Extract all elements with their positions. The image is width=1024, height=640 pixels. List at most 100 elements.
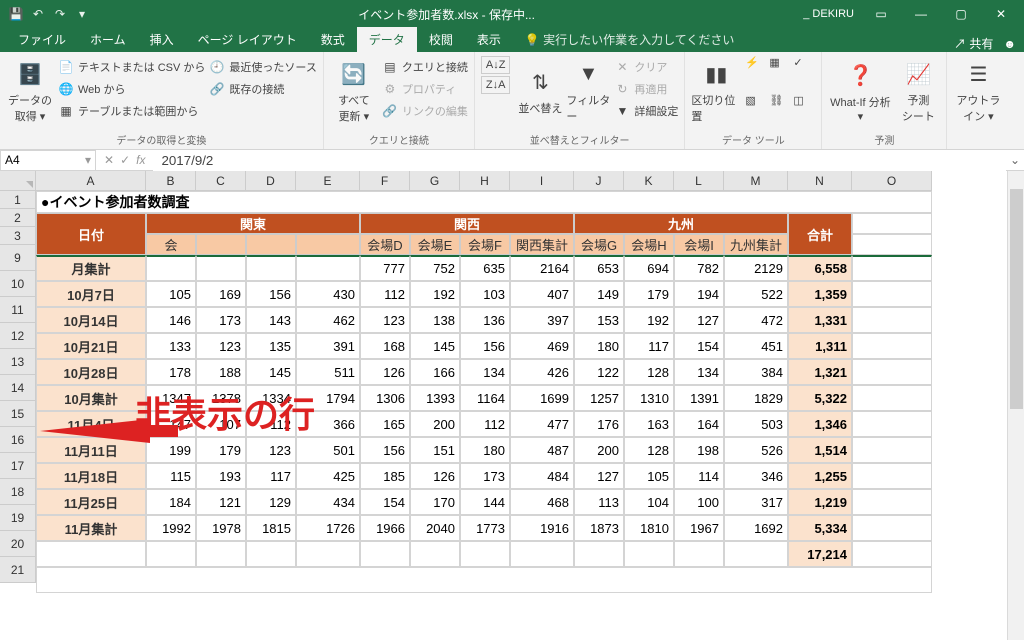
cell[interactable]: 430: [296, 281, 360, 307]
tab-insert[interactable]: 挿入: [138, 27, 186, 52]
row-header[interactable]: 20: [0, 531, 36, 557]
tab-view[interactable]: 表示: [465, 27, 513, 52]
cell[interactable]: 173: [460, 463, 510, 489]
cell[interactable]: 164: [674, 411, 724, 437]
tab-data[interactable]: データ: [357, 27, 417, 52]
cell[interactable]: 123: [360, 307, 410, 333]
cell[interactable]: 1,321: [788, 359, 852, 385]
cell[interactable]: 1873: [574, 515, 624, 541]
cell[interactable]: 317: [724, 489, 788, 515]
consolidate-icon[interactable]: ▧: [745, 94, 767, 130]
cell[interactable]: [360, 541, 410, 567]
forecast-button[interactable]: 📈 予測 シート: [896, 56, 940, 126]
cell[interactable]: [852, 515, 932, 541]
cell[interactable]: 468: [510, 489, 574, 515]
cell[interactable]: 123: [246, 437, 296, 463]
cell[interactable]: 397: [510, 307, 574, 333]
reapply-button[interactable]: ↻再適用: [614, 78, 678, 100]
cell[interactable]: 会場F: [460, 234, 510, 255]
cell[interactable]: 1966: [360, 515, 410, 541]
data-val-icon[interactable]: ✓: [793, 56, 815, 92]
row-header[interactable]: 16: [0, 427, 36, 453]
share-button[interactable]: ↗ 共有: [954, 35, 993, 52]
cell[interactable]: 10月28日: [36, 359, 146, 385]
formula-input[interactable]: [153, 150, 1006, 171]
column-header[interactable]: M: [724, 171, 788, 191]
cell[interactable]: 180: [460, 437, 510, 463]
cell[interactable]: 会場E: [410, 234, 460, 255]
cancel-icon[interactable]: ✕: [104, 153, 114, 167]
cell[interactable]: [246, 234, 296, 255]
cell[interactable]: [852, 489, 932, 515]
enter-icon[interactable]: ✓: [120, 153, 130, 167]
cell[interactable]: 407: [510, 281, 574, 307]
cell[interactable]: 145: [246, 359, 296, 385]
cell[interactable]: [146, 541, 196, 567]
cell[interactable]: 165: [360, 411, 410, 437]
column-header[interactable]: C: [196, 171, 246, 191]
cell[interactable]: [852, 333, 932, 359]
cell[interactable]: 1829: [724, 385, 788, 411]
cell[interactable]: 123: [196, 333, 246, 359]
cell[interactable]: 129: [246, 489, 296, 515]
cell[interactable]: 153: [574, 307, 624, 333]
cell[interactable]: 2164: [510, 255, 574, 281]
cell[interactable]: 501: [296, 437, 360, 463]
cell[interactable]: [852, 437, 932, 463]
refresh-all-button[interactable]: 🔄 すべて 更新 ▾: [330, 56, 378, 126]
cell[interactable]: 199: [146, 437, 196, 463]
cell[interactable]: 149: [574, 281, 624, 307]
cell[interactable]: 635: [460, 255, 510, 281]
column-header[interactable]: N: [788, 171, 852, 191]
cell[interactable]: 1,346: [788, 411, 852, 437]
cell[interactable]: 117: [246, 463, 296, 489]
account-label[interactable]: _ DEKIRU: [803, 8, 854, 20]
cell[interactable]: [852, 307, 932, 333]
cell[interactable]: 200: [410, 411, 460, 437]
column-header[interactable]: H: [460, 171, 510, 191]
name-box[interactable]: A4 ▾: [0, 150, 96, 171]
cell[interactable]: 127: [674, 307, 724, 333]
cell[interactable]: 144: [460, 489, 510, 515]
recent-sources-button[interactable]: 🕘最近使ったソース: [209, 56, 316, 78]
row-header[interactable]: 12: [0, 323, 36, 349]
outline-button[interactable]: ☰ アウトラ イン ▾: [953, 56, 1003, 126]
cell[interactable]: 522: [724, 281, 788, 307]
cell[interactable]: 194: [674, 281, 724, 307]
cell[interactable]: 1726: [296, 515, 360, 541]
queries-button[interactable]: ▤クエリと接続: [382, 56, 468, 78]
cell[interactable]: 107: [196, 411, 246, 437]
cell[interactable]: 366: [296, 411, 360, 437]
maximize-icon[interactable]: ▢: [948, 7, 974, 21]
cell[interactable]: 526: [724, 437, 788, 463]
cell[interactable]: [852, 255, 932, 281]
row-header[interactable]: 1: [0, 191, 36, 209]
column-header[interactable]: B: [146, 171, 196, 191]
cell[interactable]: 477: [510, 411, 574, 437]
cell[interactable]: [852, 411, 932, 437]
cell[interactable]: 434: [296, 489, 360, 515]
cell[interactable]: 九州: [574, 213, 788, 234]
cell[interactable]: 511: [296, 359, 360, 385]
cell[interactable]: 193: [196, 463, 246, 489]
cell[interactable]: 1,514: [788, 437, 852, 463]
cell[interactable]: 10月集計: [36, 385, 146, 411]
cell[interactable]: 126: [410, 463, 460, 489]
cell[interactable]: 391: [296, 333, 360, 359]
cell[interactable]: 1,219: [788, 489, 852, 515]
row-header[interactable]: 19: [0, 505, 36, 531]
sort-desc-icon[interactable]: Z↓A: [481, 76, 511, 94]
cell[interactable]: 1393: [410, 385, 460, 411]
cell[interactable]: 462: [296, 307, 360, 333]
cell[interactable]: 426: [510, 359, 574, 385]
cell[interactable]: 103: [460, 281, 510, 307]
cell[interactable]: 113: [574, 489, 624, 515]
cell[interactable]: 694: [624, 255, 674, 281]
cell[interactable]: 1815: [246, 515, 296, 541]
sort-button[interactable]: ⇅ 並べ替え: [518, 56, 562, 126]
fx-icon[interactable]: fx: [136, 153, 145, 167]
cell[interactable]: 451: [724, 333, 788, 359]
cell[interactable]: 112: [246, 411, 296, 437]
cell[interactable]: 6,558: [788, 255, 852, 281]
cell[interactable]: [196, 234, 246, 255]
